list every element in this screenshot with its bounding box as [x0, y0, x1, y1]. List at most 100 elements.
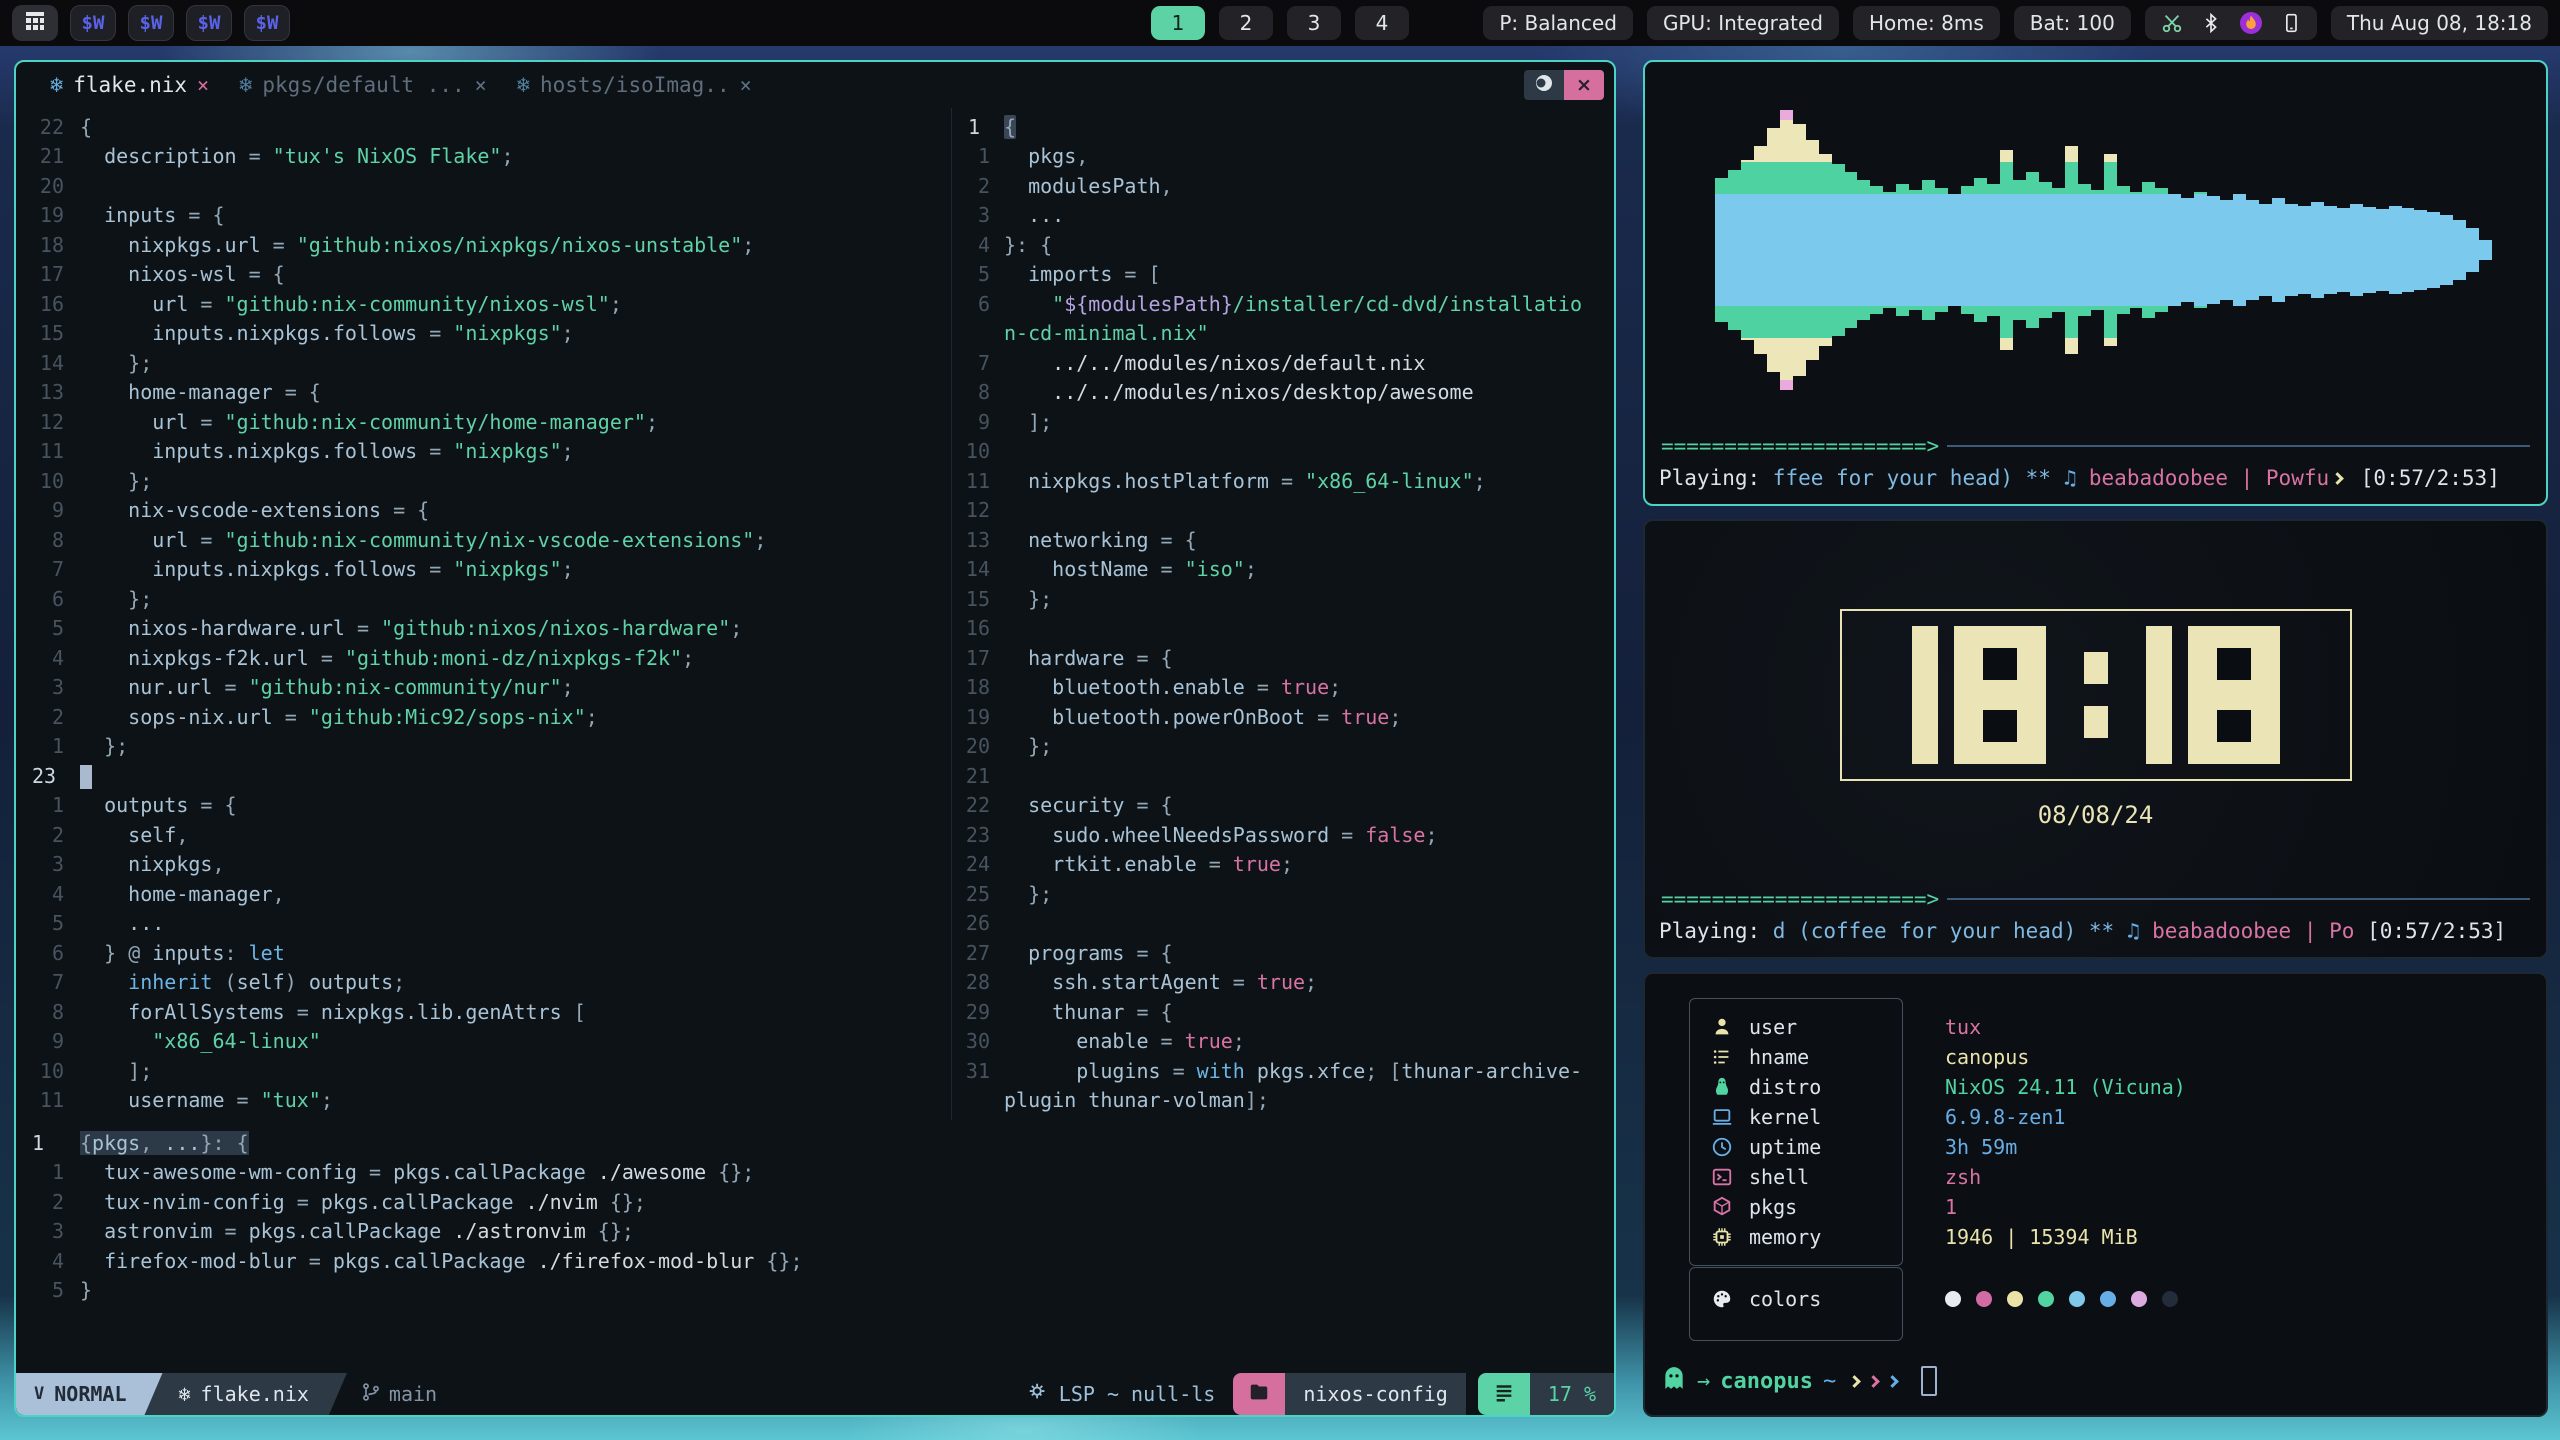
bar-segment — [1767, 194, 1780, 306]
token: ; — [1233, 1029, 1245, 1053]
visualizer-bar — [2142, 182, 2155, 318]
bar-segment — [1974, 306, 1987, 322]
visualizer-bar — [2337, 208, 2350, 292]
token: [ — [1149, 262, 1161, 286]
bar-segment — [1715, 306, 1728, 322]
code-line: plugin thunar-volman]; — [952, 1086, 1614, 1116]
workspace-button[interactable]: $W — [186, 5, 232, 41]
token: { — [80, 1131, 92, 1155]
tab-close-icon[interactable]: × — [475, 73, 487, 97]
visualizer-bar — [2311, 202, 2324, 298]
workspace-button[interactable]: $W — [128, 5, 174, 41]
code-line: 23 — [16, 761, 951, 791]
editor-tab[interactable]: ❄flake.nix× — [50, 73, 209, 98]
clock-progress-bar[interactable]: =====================> — [1661, 887, 2530, 911]
editor-tab[interactable]: ❄hosts/isoImag..× — [517, 73, 752, 98]
token: = — [1173, 1059, 1185, 1083]
playing-segment: [0:57/2:53] — [2348, 466, 2500, 490]
token — [1004, 292, 1052, 316]
bar-segment — [1780, 194, 1793, 306]
bar-segment — [1857, 306, 1870, 320]
bar-segment — [1754, 338, 1767, 354]
token — [1377, 1059, 1389, 1083]
tag-button[interactable]: 1 — [1151, 6, 1205, 40]
token — [333, 646, 345, 670]
vim-icon: V — [34, 1384, 44, 1404]
terminal-prompt[interactable]: → canopus ~ — [1661, 1365, 1937, 1397]
code-pane-pkgs[interactable]: 1{pkgs, ...}: {1 tux-awesome-wm-config =… — [16, 1120, 1614, 1373]
code-line: 6 } @ inputs: let — [16, 938, 951, 968]
tag-button[interactable]: 3 — [1287, 6, 1341, 40]
token: description — [80, 144, 249, 168]
token: url — [80, 528, 200, 552]
clock-digit — [2188, 626, 2280, 764]
workspace-button[interactable]: $W — [244, 5, 290, 41]
line-number: 17 — [16, 262, 80, 286]
token — [261, 144, 273, 168]
toggle-button[interactable] — [1524, 70, 1564, 100]
code-pane-flake[interactable]: 22{21 description = "tux's NixOS Flake";… — [16, 108, 951, 1120]
bar-segment — [2078, 184, 2091, 194]
bar-right: P: BalancedGPU: IntegratedHome: 8msBat: … — [1483, 6, 2548, 40]
playing-segment: beabadoobee — [2089, 466, 2228, 490]
code-line: 2 sops-nix.url = "github:Mic92/sops-nix"… — [16, 702, 951, 732]
palette-icon — [1707, 1288, 1737, 1310]
visualizer-bar — [2207, 196, 2220, 304]
token — [754, 1249, 766, 1273]
line-text: { — [80, 115, 92, 139]
fetch-value: 3h 59m — [1945, 1135, 2017, 1159]
token — [1173, 557, 1185, 581]
bar-segment — [2130, 306, 2143, 308]
token: , — [176, 823, 188, 847]
token — [1004, 410, 1028, 434]
code-line: 21 — [952, 761, 1614, 791]
line-number: 17 — [952, 646, 1004, 670]
token — [80, 469, 128, 493]
line-text: } @ inputs: let — [80, 941, 285, 965]
code-line: 7 inherit (self) outputs; — [16, 968, 951, 998]
token — [405, 498, 417, 522]
visualizer-bar — [1909, 190, 1922, 310]
line-number: 9 — [16, 498, 80, 522]
token — [1269, 675, 1281, 699]
fetch-row: memory1946 | 15394 MiB — [1689, 1222, 2509, 1252]
scissors-icon[interactable] — [2161, 12, 2183, 34]
visualizer-bar — [2453, 220, 2466, 280]
launcher-button[interactable] — [12, 5, 58, 41]
workspace-button[interactable]: $W — [70, 5, 116, 41]
tab-close-icon[interactable]: × — [197, 73, 209, 97]
close-button[interactable]: × — [1564, 70, 1604, 100]
playing-segment: d (coffee for your head) ** — [1773, 919, 2127, 943]
token: { — [1161, 793, 1173, 817]
viz-progress-bar[interactable]: =====================> — [1661, 434, 2530, 458]
line-text: inputs.nixpkgs.follows = "nixpkgs"; — [80, 321, 574, 345]
tag-button[interactable]: 4 — [1355, 6, 1409, 40]
token: = — [357, 616, 369, 640]
code-pane-iso[interactable]: 1{1 pkgs,2 modulesPath,3 ...4}: {5 impor… — [951, 108, 1614, 1120]
code-line: 24 rtkit.enable = true; — [952, 850, 1614, 880]
bar-segment — [1974, 194, 1987, 306]
code-line: 1 pkgs, — [952, 142, 1614, 172]
token: = — [1161, 557, 1173, 581]
tab-close-icon[interactable]: × — [740, 73, 752, 97]
bar-segment — [1819, 194, 1832, 306]
tag-button[interactable]: 2 — [1219, 6, 1273, 40]
token: = — [369, 1160, 381, 1184]
visualizer-bar — [2285, 204, 2298, 296]
bluetooth-icon[interactable] — [2201, 12, 2221, 34]
code-line: 17 hardware = { — [952, 643, 1614, 673]
bar-segment — [2207, 196, 2220, 304]
phone-icon[interactable] — [2281, 12, 2301, 34]
line-text: }; — [1004, 734, 1052, 758]
line-number: 4 — [16, 1249, 80, 1273]
visualizer-bar — [1870, 186, 1883, 314]
playing-segment: | — [2291, 919, 2329, 943]
bar-segment — [2194, 306, 2207, 308]
visualizer-bar — [1883, 192, 1896, 308]
editor-tab[interactable]: ❄pkgs/default ...× — [239, 73, 487, 98]
visualizer-bar — [1806, 140, 1819, 360]
visualizer-bar — [2389, 206, 2402, 294]
token: nixpkgs.url — [80, 233, 273, 257]
flame-icon[interactable] — [2239, 11, 2263, 35]
bar-segment — [1728, 194, 1741, 306]
